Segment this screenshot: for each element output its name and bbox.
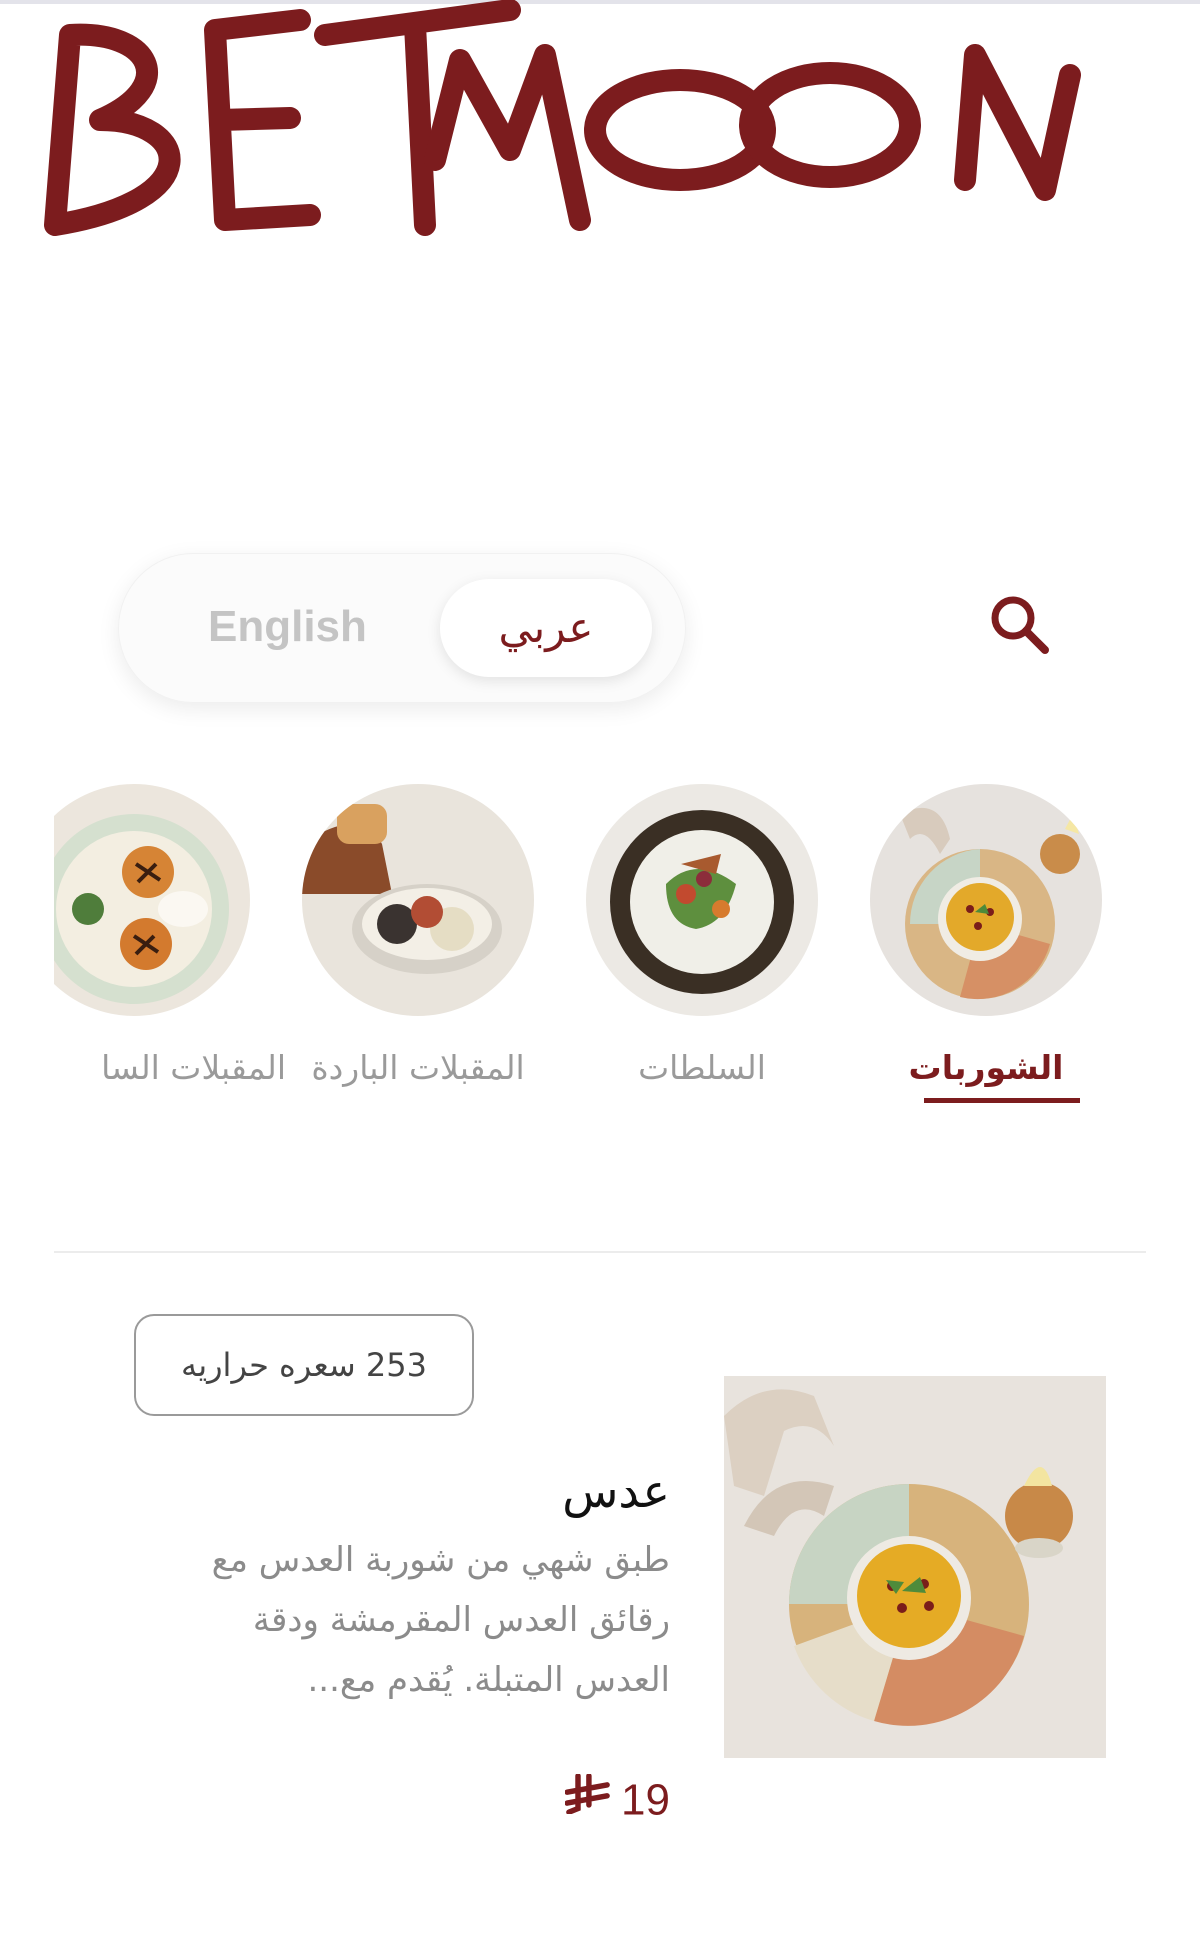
search-icon <box>991 596 1049 654</box>
dish-title: عدس <box>562 1464 670 1518</box>
dish-description: طبق شهي من شوربة العدس مع رقائق العدس ال… <box>211 1540 670 1700</box>
category-image <box>870 784 1102 1016</box>
category-cold-appetizers[interactable]: المقبلات الباردة <box>298 780 538 1110</box>
category-label: المقبلات السا <box>101 1048 286 1087</box>
category-image <box>586 784 818 1016</box>
category-label: السلطات <box>638 1048 766 1087</box>
active-category-underline <box>924 1098 1080 1103</box>
category-salads[interactable]: السلطات <box>582 780 822 1110</box>
category-carousel[interactable]: الشوربات السلطات المقبلات الباردة المقبل… <box>54 780 1146 1110</box>
language-option-arabic[interactable]: عربي <box>440 579 652 677</box>
saudi-riyal-icon <box>564 1770 611 1830</box>
dish-price: 19 <box>500 1768 670 1828</box>
category-soups[interactable]: الشوربات <box>866 780 1106 1110</box>
dish-image[interactable] <box>724 1376 1106 1758</box>
calories-badge: 253 سعره حراريه <box>134 1314 474 1416</box>
category-image <box>54 784 250 1016</box>
betmoon-logo <box>40 0 1160 250</box>
search-button[interactable] <box>985 590 1055 660</box>
section-divider <box>54 1251 1146 1253</box>
category-image <box>302 784 534 1016</box>
category-hot-appetizers[interactable]: المقبلات السا <box>54 780 286 1110</box>
price-value: 19 <box>621 1775 670 1825</box>
language-option-english[interactable]: English <box>208 597 408 657</box>
category-label: الشوربات <box>908 1048 1064 1087</box>
category-label: المقبلات الباردة <box>311 1048 525 1087</box>
language-toggle[interactable]: English عربي <box>118 553 686 703</box>
